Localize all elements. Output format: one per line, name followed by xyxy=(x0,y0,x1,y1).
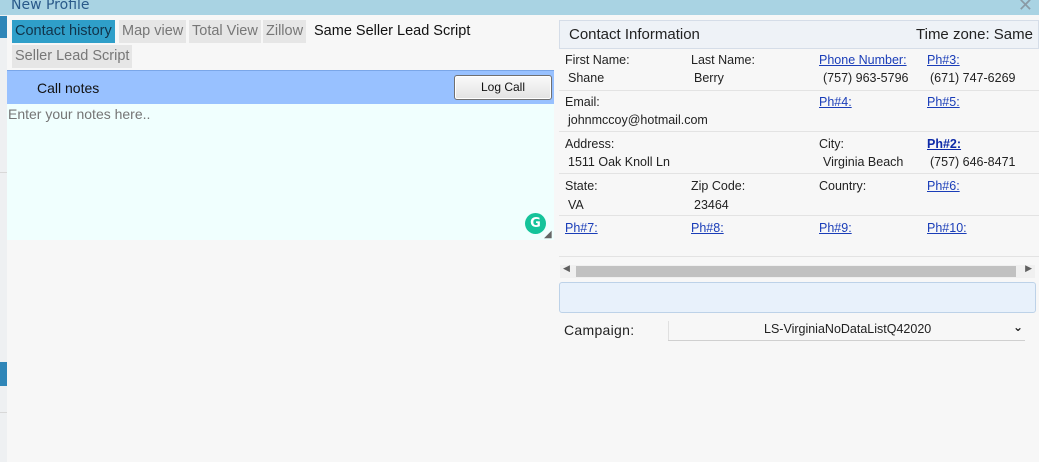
scroll-right-icon[interactable]: ▶ xyxy=(1025,264,1032,274)
contact-row: Ph#7: Ph#8: Ph#9: Ph#10: xyxy=(559,216,1039,257)
call-notes-bar: Call notes Log Call xyxy=(7,70,554,104)
scrollbar-thumb[interactable] xyxy=(576,266,1016,277)
grammarly-icon[interactable]: G xyxy=(525,213,546,234)
scroll-left-icon[interactable]: ◀ xyxy=(563,264,570,274)
tab-map-view[interactable]: Map view xyxy=(119,20,187,43)
call-notes-input[interactable] xyxy=(7,104,554,240)
tab-seller-lead-script[interactable]: Seller Lead Script xyxy=(12,45,133,68)
city-value: Virginia Beach xyxy=(823,155,904,169)
log-call-button[interactable]: Log Call xyxy=(454,75,552,100)
tab-contact-history[interactable]: Contact history xyxy=(12,20,115,43)
state-label: State: xyxy=(565,179,598,193)
contact-row: First Name: Shane Last Name: Berry Phone… xyxy=(559,50,1039,91)
contact-row: Address: 1511 Oak Knoll Ln City: Virgini… xyxy=(559,132,1039,174)
left-edge-marker xyxy=(0,16,7,38)
ph8-link[interactable]: Ph#8: xyxy=(691,221,724,235)
timezone-label: Time zone: Same xyxy=(916,26,1033,43)
contact-info-title: Contact Information xyxy=(569,26,700,43)
chevron-down-icon[interactable]: ⌄ xyxy=(1013,320,1023,334)
phone-number-value: (757) 963-5796 xyxy=(823,71,909,85)
zip-code-label: Zip Code: xyxy=(691,179,746,193)
left-edge-marker xyxy=(0,362,7,386)
ph10-link[interactable]: Ph#10: xyxy=(927,221,967,235)
resize-handle-icon[interactable]: ◢ xyxy=(544,229,552,240)
campaign-select[interactable]: LS-VirginiaNoDataListQ42020 ⌄ xyxy=(668,320,1025,341)
call-notes-label: Call notes xyxy=(37,80,100,96)
country-label: Country: xyxy=(819,179,867,193)
state-value: VA xyxy=(568,198,584,212)
ph2-value: (757) 646-8471 xyxy=(930,155,1016,169)
ph9-link[interactable]: Ph#9: xyxy=(819,221,852,235)
window-title: New Profile xyxy=(11,0,90,13)
last-name-label: Last Name: xyxy=(691,53,755,67)
campaign-label: Campaign: xyxy=(564,322,635,338)
last-name-value: Berry xyxy=(694,71,724,85)
email-value: johnmccoy@hotmail.com xyxy=(568,113,708,127)
tab-total-view[interactable]: Total View xyxy=(189,20,261,43)
email-label: Email: xyxy=(565,95,600,109)
ph2-link[interactable]: Ph#2: xyxy=(927,137,961,151)
phone-number-link[interactable]: Phone Number: xyxy=(819,53,907,67)
horizontal-scrollbar[interactable]: ◀ ▶ xyxy=(560,264,1035,278)
divider xyxy=(0,412,7,413)
campaign-select-value: LS-VirginiaNoDataListQ42020 xyxy=(764,322,932,336)
tab-same-seller-lead-script[interactable]: Same Seller Lead Script xyxy=(311,20,473,43)
address-label: Address: xyxy=(565,137,615,151)
ph7-link[interactable]: Ph#7: xyxy=(565,221,598,235)
left-edge-strip xyxy=(0,0,7,462)
close-icon[interactable]: ✕ xyxy=(1018,0,1033,16)
ph4-link[interactable]: Ph#4: xyxy=(819,95,852,109)
info-panel-box xyxy=(559,282,1036,313)
divider xyxy=(0,172,7,173)
ph6-link[interactable]: Ph#6: xyxy=(927,179,960,193)
address-value: 1511 Oak Knoll Ln xyxy=(568,155,670,169)
ph3-link[interactable]: Ph#3: xyxy=(927,53,960,67)
contact-row: State: VA Zip Code: 23464 Country: Ph#6: xyxy=(559,174,1039,216)
contact-row: Email: johnmccoy@hotmail.com Ph#4: Ph#5: xyxy=(559,91,1039,132)
ph5-link[interactable]: Ph#5: xyxy=(927,95,960,109)
ph3-value: (671) 747-6269 xyxy=(930,71,1016,85)
first-name-value: Shane xyxy=(568,71,605,85)
contact-info-header: Contact Information Time zone: Same xyxy=(559,20,1039,49)
zip-code-value: 23464 xyxy=(694,198,729,212)
first-name-label: First Name: xyxy=(565,53,630,67)
tab-zillow[interactable]: Zillow xyxy=(263,20,307,43)
window-titlebar: New Profile ✕ xyxy=(0,0,1039,16)
city-label: City: xyxy=(819,137,844,151)
